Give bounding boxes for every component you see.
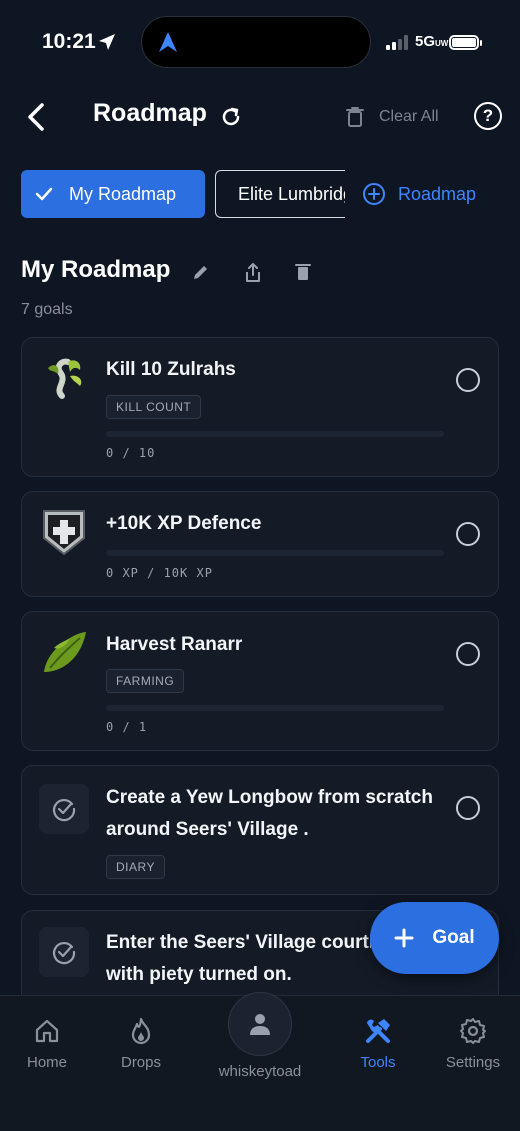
home-icon <box>35 1019 59 1043</box>
goal-title-line: with piety turned on. <box>106 964 292 985</box>
tab-label: Drops <box>120 1054 161 1071</box>
battery-icon <box>449 35 482 50</box>
tab-drops[interactable]: Drops <box>96 1016 186 1071</box>
location-arrow-icon <box>99 34 115 50</box>
status-time: 10:21 <box>42 30 96 53</box>
tools-icon <box>366 1019 390 1043</box>
add-goal-button[interactable]: Goal <box>370 902 499 974</box>
status-bar: 10:21 5GUW <box>0 0 520 86</box>
edit-pencil-icon[interactable] <box>191 262 211 282</box>
check-icon <box>35 187 53 201</box>
zulrah-icon <box>48 358 82 399</box>
tab-label: Tools <box>360 1054 396 1071</box>
clear-all-label: Clear All <box>379 108 439 125</box>
tab-tools[interactable]: Tools <box>333 1016 423 1071</box>
goal-card[interactable]: Harvest Ranarr FARMING 0 / 1 <box>21 611 499 751</box>
goal-card[interactable]: +10K XP Defence 0 XP / 10K XP <box>21 491 499 597</box>
user-icon <box>250 1014 270 1035</box>
goal-complete-checkbox[interactable] <box>456 522 480 546</box>
back-chevron-icon[interactable] <box>22 100 52 134</box>
tab-label: My Roadmap <box>69 183 177 204</box>
add-goal-label: Goal <box>432 927 475 948</box>
tab-label: Home <box>26 1054 67 1071</box>
goal-card[interactable]: Create a Yew Longbow from scratch around… <box>21 765 499 895</box>
tab-elite-lumbridge[interactable]: Elite Lumbridge <box>215 170 345 218</box>
progress-text: 0 / 1 <box>106 720 148 734</box>
goal-title-line: around Seers' Village . <box>106 819 309 840</box>
share-icon[interactable] <box>243 262 263 284</box>
goal-title: Kill 10 Zulrahs <box>106 359 236 380</box>
goal-title: +10K XP Defence <box>106 513 262 534</box>
profile-username[interactable]: whiskeytoad <box>200 1063 320 1080</box>
tab-label: Settings <box>445 1054 501 1071</box>
checkmark-badge-icon <box>39 784 89 834</box>
goal-count: 7 goals <box>21 301 73 318</box>
progress-bar <box>106 431 444 437</box>
goal-complete-checkbox[interactable] <box>456 368 480 392</box>
progress-bar <box>106 705 444 711</box>
flame-icon <box>131 1017 151 1045</box>
goal-title: Harvest Ranarr <box>106 634 243 655</box>
refresh-icon[interactable] <box>219 105 243 129</box>
tab-home[interactable]: Home <box>2 1016 92 1071</box>
clear-all-button[interactable]: Clear All <box>345 106 439 128</box>
goal-title: Create a Yew Longbow from scratch around… <box>106 782 433 846</box>
goal-title: Enter the Seers' Village courthouse with… <box>106 927 371 991</box>
goal-badge: FARMING <box>106 669 185 693</box>
tab-label: Elite Lumbridge <box>238 183 345 204</box>
help-button[interactable]: ? <box>474 102 502 130</box>
goal-badge: DIARY <box>106 855 165 879</box>
trash-icon <box>346 107 364 127</box>
plus-circle-icon <box>363 183 385 205</box>
progress-text: 0 XP / 10K XP <box>106 566 213 580</box>
network-label: 5GUW <box>415 33 449 50</box>
goal-badge: KILL COUNT <box>106 395 202 419</box>
signal-icon <box>386 34 408 50</box>
tab-my-roadmap[interactable]: My Roadmap <box>21 170 205 218</box>
goal-complete-checkbox[interactable] <box>456 796 480 820</box>
checkmark-badge-icon <box>39 927 89 977</box>
add-roadmap-label: Roadmap <box>398 183 477 204</box>
navigation-arrow-icon <box>159 32 177 52</box>
gear-icon <box>460 1018 486 1044</box>
ranarr-herb-icon <box>44 632 86 672</box>
goal-complete-checkbox[interactable] <box>456 642 480 666</box>
page-title: Roadmap <box>93 99 207 127</box>
tab-settings[interactable]: Settings <box>428 1016 518 1071</box>
add-roadmap-button[interactable]: Roadmap <box>362 182 476 206</box>
goal-title-line: Create a Yew Longbow from scratch <box>106 787 433 808</box>
defence-shield-icon <box>43 510 85 556</box>
goal-card[interactable]: Kill 10 Zulrahs KILL COUNT 0 / 10 <box>21 337 499 477</box>
plus-icon <box>394 928 414 948</box>
delete-roadmap-icon[interactable] <box>294 262 312 282</box>
roadmap-title: My Roadmap <box>21 256 171 283</box>
avatar[interactable] <box>228 992 292 1056</box>
goal-title-line: Enter the Seers' Village courthouse <box>106 932 371 953</box>
progress-bar <box>106 550 444 556</box>
dynamic-island <box>141 16 371 68</box>
progress-text: 0 / 10 <box>106 446 156 460</box>
